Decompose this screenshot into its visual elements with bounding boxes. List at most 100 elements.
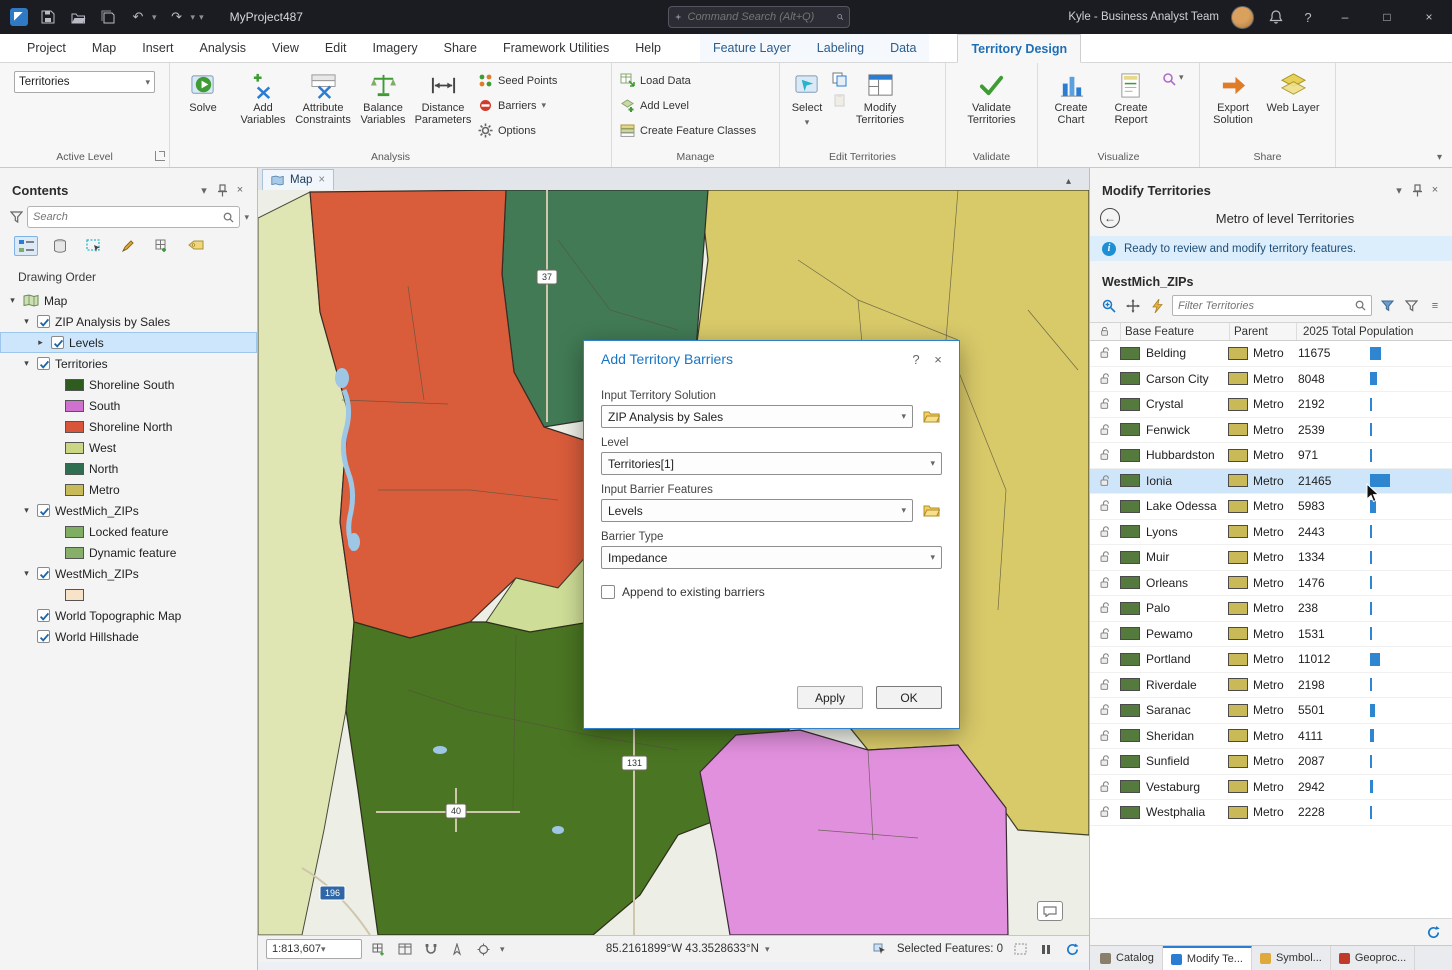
- dialog-launcher-icon[interactable]: [155, 151, 165, 161]
- table-row[interactable]: Ionia Metro 21465: [1090, 468, 1452, 494]
- copy-features-button[interactable]: [832, 72, 847, 87]
- ribbon-tab[interactable]: Project: [14, 34, 79, 62]
- pin-icon[interactable]: [1408, 181, 1426, 199]
- table-row[interactable]: Sheridan Metro 4111: [1090, 724, 1452, 749]
- collapse-ribbon-icon[interactable]: ▾: [1437, 152, 1442, 163]
- symbology-options-button[interactable]: [1162, 72, 1177, 87]
- ribbon-tab[interactable]: View: [259, 34, 312, 62]
- layer-symbol-swatch[interactable]: [65, 399, 84, 412]
- ribbon-context-tab[interactable]: Labeling: [803, 34, 878, 62]
- layer-tree-item[interactable]: Shoreline South: [0, 374, 257, 395]
- chevron-down-icon[interactable]: ▾: [244, 212, 249, 223]
- redo-icon[interactable]: ↷: [167, 7, 187, 27]
- layer-symbol-swatch[interactable]: [65, 588, 84, 601]
- lock-icon[interactable]: [1090, 500, 1120, 512]
- flash-feature-icon[interactable]: [1148, 297, 1166, 315]
- map-comment-button[interactable]: [1037, 901, 1063, 921]
- view-selection-button[interactable]: [82, 236, 106, 256]
- filter-territories-input[interactable]: [1178, 299, 1355, 312]
- create-chart-button[interactable]: Create Chart: [1042, 68, 1100, 131]
- ribbon-tab[interactable]: Map: [79, 34, 129, 62]
- grid-tool-icon[interactable]: [370, 941, 388, 958]
- undo-icon[interactable]: ↶: [128, 7, 148, 27]
- add-variables-button[interactable]: Add Variables: [234, 68, 292, 131]
- column-header-population[interactable]: 2025 Total Population: [1297, 326, 1413, 338]
- layer-visibility-checkbox[interactable]: [37, 609, 50, 622]
- layer-tree-item[interactable]: ▾ ZIP Analysis by Sales: [0, 311, 257, 332]
- column-header-parent[interactable]: Parent: [1230, 326, 1296, 338]
- lock-icon[interactable]: [1090, 449, 1120, 461]
- table-row[interactable]: Belding Metro 11675: [1090, 341, 1452, 367]
- level-dropdown[interactable]: Territories[1] ▾: [601, 452, 942, 475]
- zoom-to-icon[interactable]: [1100, 297, 1118, 315]
- clear-selection-icon[interactable]: [1011, 941, 1029, 958]
- filter-icon[interactable]: [1402, 297, 1420, 315]
- snapping-toggle-icon[interactable]: [422, 941, 440, 958]
- lock-icon[interactable]: [1090, 780, 1120, 793]
- table-row[interactable]: Westphalia Metro 2228: [1090, 800, 1452, 826]
- ribbon-tab[interactable]: Edit: [312, 34, 360, 62]
- table-row[interactable]: Pewamo Metro 1531: [1090, 622, 1452, 647]
- balance-variables-button[interactable]: Balance Variables: [354, 68, 412, 131]
- layer-tree-item[interactable]: ▾ WestMich_ZIPs: [0, 500, 257, 521]
- signed-in-user-label[interactable]: Kyle - Business Analyst Team: [1068, 11, 1219, 23]
- refresh-map-icon[interactable]: [1063, 941, 1081, 958]
- layer-tree-item[interactable]: Dynamic feature: [0, 542, 257, 563]
- add-level-button[interactable]: Add Level: [616, 95, 760, 116]
- lock-icon[interactable]: [1090, 551, 1120, 563]
- ribbon-tab[interactable]: Imagery: [359, 34, 430, 62]
- ribbon-tab[interactable]: Share: [431, 34, 490, 62]
- table-row[interactable]: Riverdale Metro 2198: [1090, 673, 1452, 698]
- browse-folder-button[interactable]: [920, 500, 942, 522]
- table-row[interactable]: Carson City Metro 8048: [1090, 367, 1452, 392]
- create-report-button[interactable]: Create Report: [1102, 68, 1160, 131]
- layer-tree-item[interactable]: ▾ WestMich_ZIPs: [0, 563, 257, 584]
- layer-visibility-checkbox[interactable]: [37, 630, 50, 643]
- layer-symbol-swatch[interactable]: [65, 462, 84, 475]
- table-row[interactable]: Portland Metro 11012: [1090, 647, 1452, 673]
- ribbon-context-tab[interactable]: Feature Layer: [699, 34, 804, 62]
- lock-icon[interactable]: [1090, 372, 1120, 385]
- lock-icon[interactable]: [1090, 653, 1120, 665]
- panel-tab[interactable]: Geoproc...: [1331, 946, 1416, 970]
- north-arrow-icon[interactable]: [448, 941, 466, 958]
- lock-icon[interactable]: [1090, 602, 1120, 614]
- quick-access-customize-icon[interactable]: ▾: [199, 12, 204, 23]
- maximize-button[interactable]: □: [1372, 5, 1402, 29]
- layer-symbol-swatch[interactable]: [65, 378, 84, 391]
- column-header-base-feature[interactable]: Base Feature: [1121, 326, 1229, 338]
- ribbon-context-tab[interactable]: Data: [877, 34, 930, 62]
- lock-icon[interactable]: [1090, 576, 1120, 589]
- sync-refresh-icon[interactable]: [1424, 923, 1442, 941]
- locate-tool-icon[interactable]: [474, 941, 492, 958]
- options-button[interactable]: Options: [474, 120, 561, 141]
- lock-icon[interactable]: [1090, 627, 1120, 640]
- lock-icon[interactable]: [1090, 704, 1120, 716]
- open-project-icon[interactable]: [68, 7, 88, 27]
- filter-territories-box[interactable]: [1172, 295, 1372, 316]
- panel-tab[interactable]: Catalog: [1092, 946, 1163, 970]
- tree-expander-icon[interactable]: ▾: [21, 568, 32, 579]
- paste-features-button[interactable]: [832, 93, 847, 108]
- command-search-input[interactable]: [687, 11, 831, 23]
- layer-tree-item[interactable]: North: [0, 458, 257, 479]
- lock-icon[interactable]: [1090, 755, 1120, 767]
- ribbon-tab[interactable]: Insert: [129, 34, 186, 62]
- layer-tree-item[interactable]: World Hillshade: [0, 626, 257, 647]
- layer-tree-item[interactable]: [0, 584, 257, 605]
- layer-tree-item[interactable]: West: [0, 437, 257, 458]
- table-row[interactable]: Lake Odessa Metro 5983: [1090, 494, 1452, 520]
- panel-tab[interactable]: Symbol...: [1252, 946, 1331, 970]
- save-icon[interactable]: [38, 7, 58, 27]
- table-row[interactable]: Orleans Metro 1476: [1090, 571, 1452, 596]
- layer-tree-item[interactable]: ▾ Map: [0, 290, 257, 311]
- table-row[interactable]: Saranac Metro 5501: [1090, 698, 1452, 724]
- lock-icon[interactable]: [1090, 525, 1120, 538]
- table-row[interactable]: Sunfield Metro 2087: [1090, 749, 1452, 775]
- layer-tree-item[interactable]: World Topographic Map: [0, 605, 257, 626]
- help-icon[interactable]: ?: [1298, 7, 1318, 27]
- lock-icon[interactable]: [1090, 806, 1120, 818]
- back-button[interactable]: ←: [1100, 208, 1120, 228]
- contents-search-input[interactable]: [33, 211, 224, 223]
- barrier-type-dropdown[interactable]: Impedance ▾: [601, 546, 942, 569]
